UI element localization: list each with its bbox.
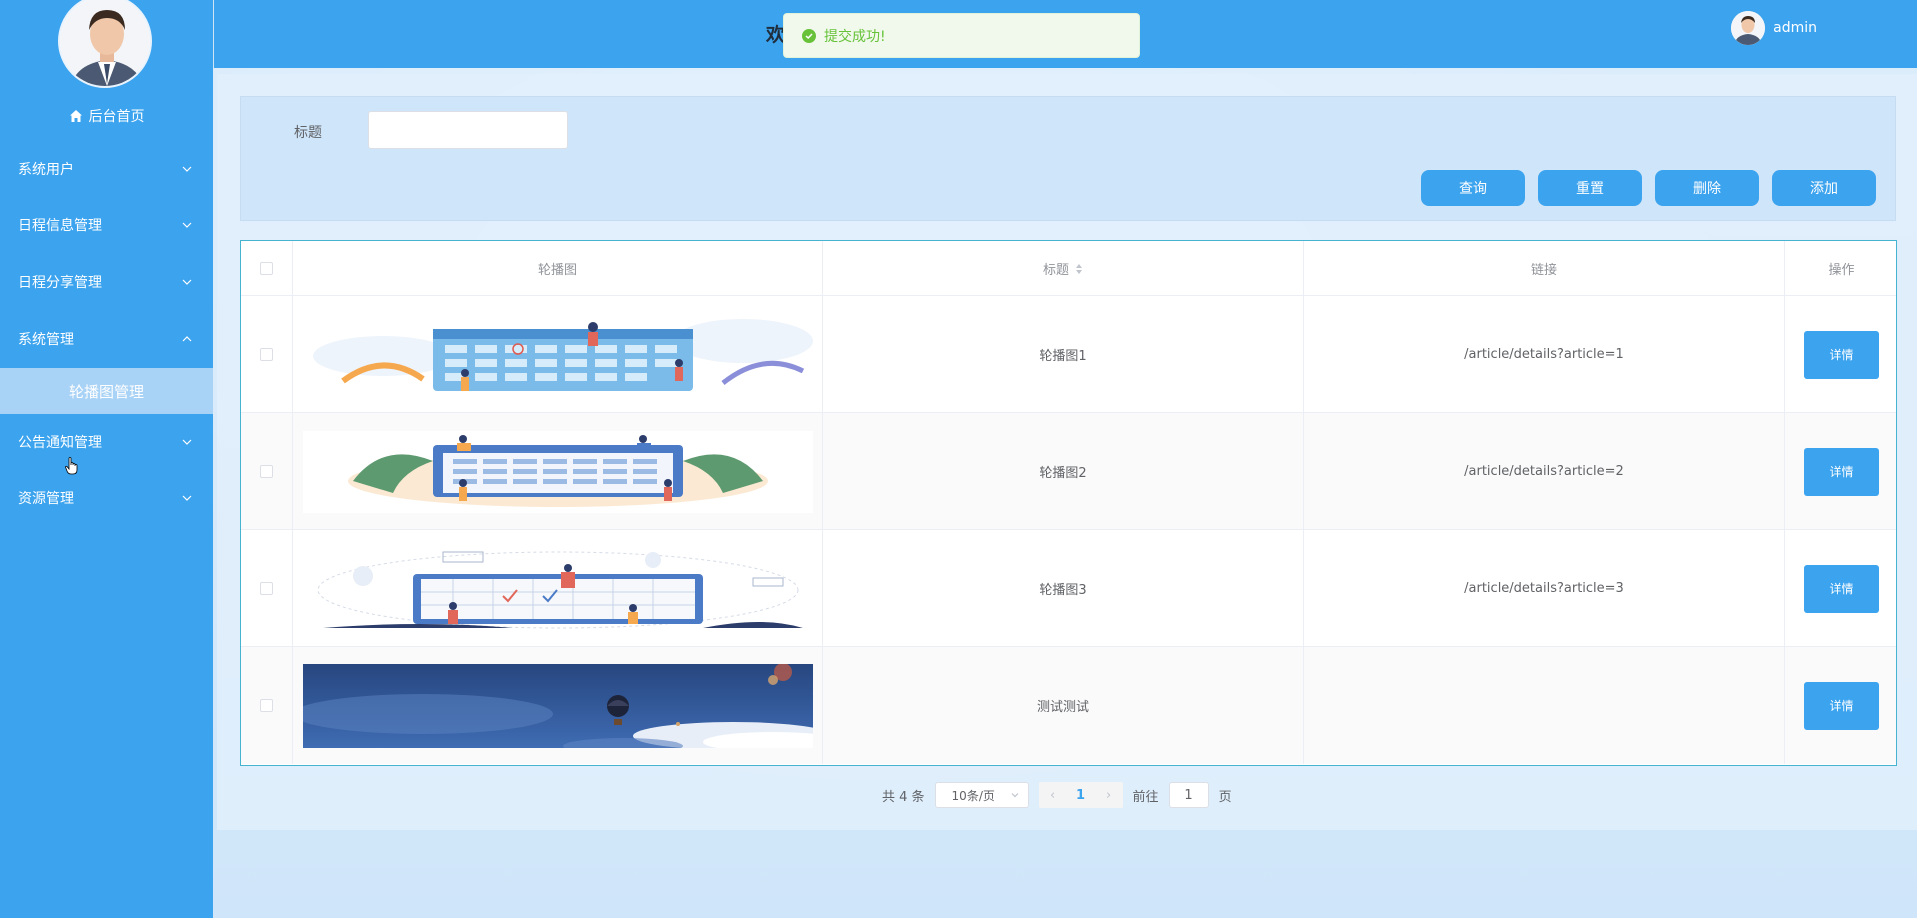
chevron-down-icon [182,439,192,445]
row-select-cell [241,530,293,647]
check-circle-icon [802,28,816,43]
chevron-down-icon [1011,793,1018,798]
chevron-down-icon [182,222,192,228]
menu-label: 资源管理 [18,491,74,507]
user-avatar [1731,11,1766,45]
home-icon [69,110,82,122]
column-header-image: 轮播图 [293,241,823,296]
row-actions-cell: 详情 [1785,530,1898,647]
menu-schedule-info[interactable]: 日程信息管理 [0,205,213,245]
menu-label: 系统用户 [18,162,74,178]
row-actions-cell: 详情 [1785,413,1898,530]
carousel-table: 轮播图 标题 链接 操作 轮播图1 /article/details?artic… [240,240,1897,766]
carousel-image-cell [293,530,823,647]
row-select-cell [241,296,293,413]
user-menu[interactable]: admin [1731,11,1817,45]
table-row: 测试测试 详情 [241,647,1896,764]
row-title: 轮播图3 [823,530,1304,647]
menu-announcement[interactable]: 公告通知管理 [0,422,213,462]
table-header: 轮播图 标题 链接 操作 [241,241,1896,296]
next-page-icon[interactable]: › [1095,788,1123,803]
page-number[interactable]: 1 [1067,788,1095,803]
row-title: 轮播图1 [823,296,1304,413]
chevron-down-icon [182,166,192,172]
row-link: /article/details?article=2 [1304,413,1785,530]
admin-avatar [58,0,152,88]
column-header-link: 链接 [1304,241,1785,296]
row-title: 测试测试 [823,647,1304,764]
row-link [1304,647,1785,764]
pagination: 共 4 条 10条/页 ‹ 1 › 前往 1 页 [882,782,1232,808]
sidebar: 后台首页 系统用户 日程信息管理 日程分享管理 系统管理 轮播图管理 公告通知管… [0,0,213,918]
menu-system-users[interactable]: 系统用户 [0,149,213,189]
menu-label: 公告通知管理 [18,435,102,451]
title-search-label: 标题 [294,125,322,141]
chevron-down-icon [182,279,192,285]
table-row: 轮播图1 /article/details?article=1 详情 [241,296,1896,413]
chevron-up-icon [182,336,192,342]
column-header-title[interactable]: 标题 [823,241,1304,296]
row-link: /article/details?article=1 [1304,296,1785,413]
row-actions-cell: 详情 [1785,647,1898,764]
detail-button[interactable]: 详情 [1804,564,1879,613]
carousel-image-3 [302,545,813,632]
carousel-image-4 [302,663,813,748]
row-checkbox[interactable] [260,465,273,478]
menu-label: 日程信息管理 [18,218,102,234]
add-button[interactable]: 添加 [1772,170,1876,206]
row-select-cell [241,647,293,764]
home-link[interactable]: 后台首页 [0,104,213,128]
detail-button[interactable]: 详情 [1804,447,1879,496]
row-link: /article/details?article=3 [1304,530,1785,647]
total-count: 共 4 条 [882,789,925,805]
table-row: 轮播图3 /article/details?article=3 详情 [241,530,1896,647]
success-toast: 提交成功! [783,13,1140,58]
carousel-image-1 [302,310,813,399]
hand-cursor-icon [65,457,78,475]
select-all-cell [241,241,293,296]
sort-icon[interactable] [1075,263,1083,275]
column-header-actions: 操作 [1828,263,1855,278]
prev-page-icon[interactable]: ‹ [1039,788,1067,803]
menu-system-management[interactable]: 系统管理 [0,319,213,359]
row-select-cell [241,413,293,530]
page-size-value: 10条/页 [951,788,995,803]
menu-resources[interactable]: 资源管理 [0,478,213,518]
table-row: 轮播图2 /article/details?article=2 详情 [241,413,1896,530]
toast-message: 提交成功! [824,28,886,45]
carousel-image-cell [293,413,823,530]
row-checkbox[interactable] [260,699,273,712]
carousel-image-cell [293,647,823,764]
row-checkbox[interactable] [260,582,273,595]
column-header-title-label: 标题 [1042,263,1069,278]
row-title: 轮播图2 [823,413,1304,530]
delete-button[interactable]: 删除 [1655,170,1759,206]
detail-button[interactable]: 详情 [1804,330,1879,379]
menu-label: 日程分享管理 [18,275,102,291]
carousel-image-2 [302,430,813,513]
query-button[interactable]: 查询 [1421,170,1525,206]
carousel-image-cell [293,296,823,413]
submenu-carousel-management[interactable]: 轮播图管理 [0,368,213,414]
submenu-label: 轮播图管理 [68,382,144,401]
select-all-checkbox[interactable] [260,262,273,275]
username-label: admin [1773,20,1817,36]
title-search-input[interactable] [368,111,568,149]
row-actions-cell: 详情 [1785,296,1898,413]
home-label: 后台首页 [88,109,145,125]
goto-label: 前往 [1132,789,1159,805]
chevron-down-icon [182,495,192,501]
page-size-select[interactable]: 10条/页 [934,782,1029,808]
row-checkbox[interactable] [260,348,273,361]
page-nav: ‹ 1 › [1038,782,1123,808]
detail-button[interactable]: 详情 [1804,681,1879,730]
reset-button[interactable]: 重置 [1538,170,1642,206]
goto-page-input[interactable]: 1 [1168,782,1209,808]
menu-label: 系统管理 [18,332,74,348]
menu-schedule-share[interactable]: 日程分享管理 [0,262,213,302]
page-suffix: 页 [1218,789,1232,805]
